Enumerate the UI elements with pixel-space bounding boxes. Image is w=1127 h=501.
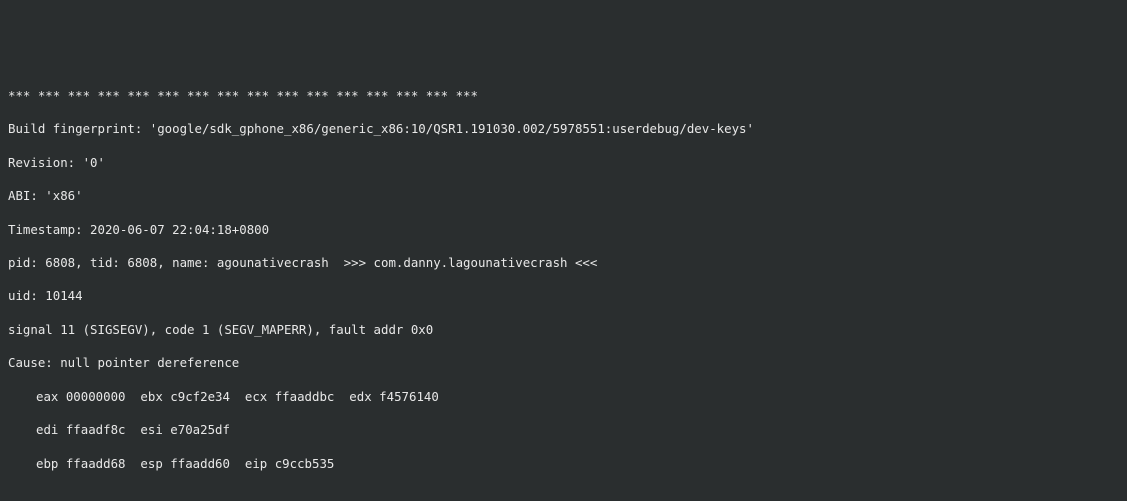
log-line-pid: pid: 6808, tid: 6808, name: agounativecr… <box>8 255 1119 272</box>
log-line-blank <box>8 489 1119 501</box>
log-line-regs1: eax 00000000 ebx c9cf2e34 ecx ffaaddbc e… <box>8 389 1119 406</box>
log-line-regs3: ebp ffaadd68 esp ffaadd60 eip c9ccb535 <box>8 456 1119 473</box>
log-line-revision: Revision: '0' <box>8 155 1119 172</box>
log-line-signal: signal 11 (SIGSEGV), code 1 (SEGV_MAPERR… <box>8 322 1119 339</box>
log-line-cause: Cause: null pointer dereference <box>8 355 1119 372</box>
log-line-timestamp: Timestamp: 2020-06-07 22:04:18+0800 <box>8 222 1119 239</box>
log-line-regs2: edi ffaadf8c esi e70a25df <box>8 422 1119 439</box>
log-line-uid: uid: 10144 <box>8 288 1119 305</box>
log-line-stars: *** *** *** *** *** *** *** *** *** *** … <box>8 88 1119 105</box>
crash-log: *** *** *** *** *** *** *** *** *** *** … <box>0 67 1127 501</box>
log-line-abi: ABI: 'x86' <box>8 188 1119 205</box>
log-line-build-fingerprint: Build fingerprint: 'google/sdk_gphone_x8… <box>8 121 1119 138</box>
